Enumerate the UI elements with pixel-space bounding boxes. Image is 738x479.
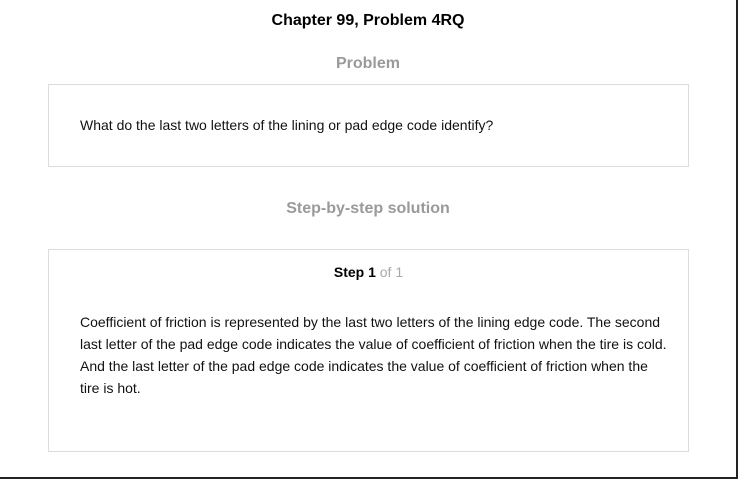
solution-text: Coefficient of friction is represented b…	[80, 314, 667, 396]
problem-heading: Problem	[335, 55, 400, 72]
step-label: Step 1	[333, 264, 376, 280]
step-count: of 1	[379, 264, 404, 280]
step-indicator: Step 1 of 1	[49, 264, 688, 280]
page-title: Chapter 99, Problem 4RQ	[271, 12, 465, 29]
problem-box: What do the last two letters of the lini…	[48, 84, 689, 167]
page: Chapter 99, Problem 4RQ Problem What do …	[0, 0, 738, 479]
solution-heading: Step-by-step solution	[286, 200, 450, 217]
solution-box: Step 1 of 1 Coefficient of friction is r…	[48, 249, 689, 452]
problem-text: What do the last two letters of the lini…	[80, 117, 494, 133]
